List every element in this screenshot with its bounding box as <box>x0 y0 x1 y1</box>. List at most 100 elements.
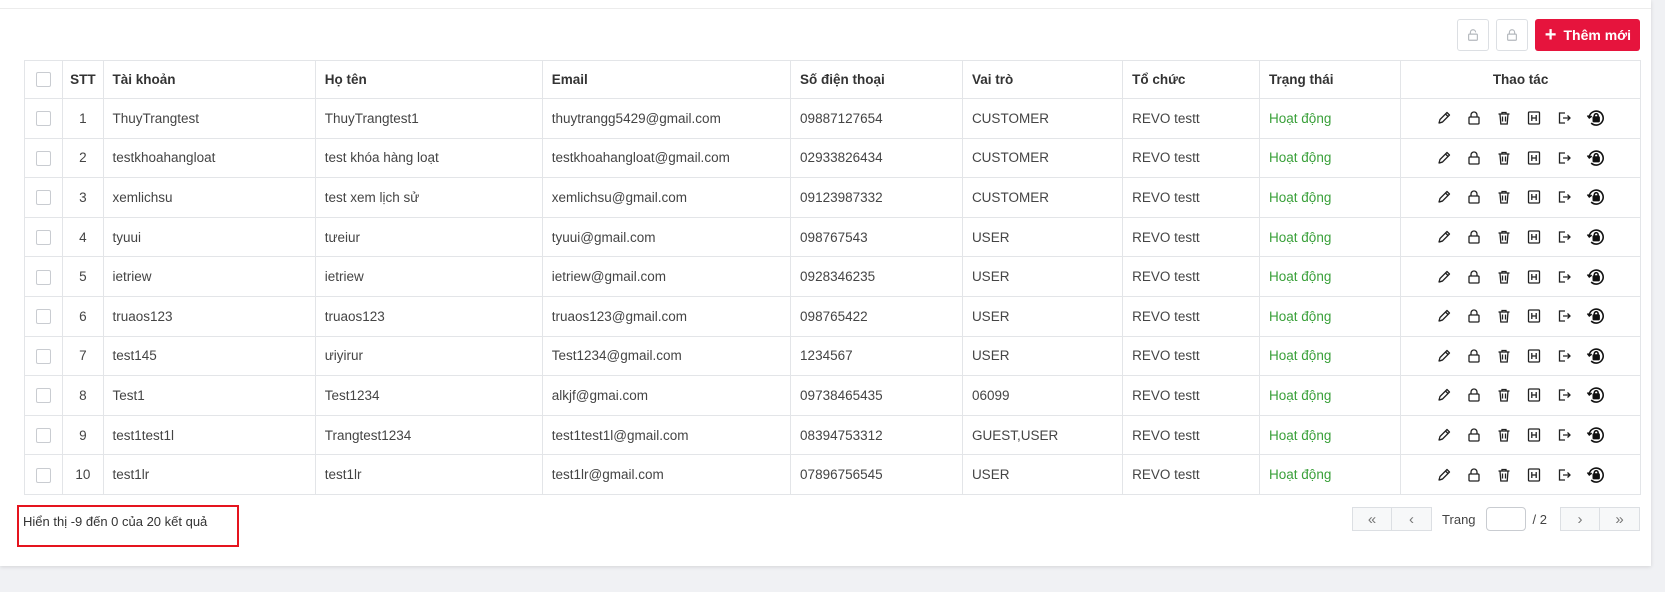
lock-reset-icon[interactable] <box>1586 346 1606 366</box>
row-checkbox[interactable] <box>36 467 52 483</box>
lock-reset-icon[interactable] <box>1586 385 1606 405</box>
cell-actions <box>1400 177 1641 218</box>
cell-status: Hoạt động <box>1259 335 1402 377</box>
lock-icon[interactable] <box>1466 427 1482 443</box>
cell-stt: 8 <box>62 375 104 416</box>
export-icon[interactable] <box>1556 150 1572 166</box>
lock-icon[interactable] <box>1466 387 1482 403</box>
trash-icon[interactable] <box>1496 229 1512 245</box>
trash-icon[interactable] <box>1496 348 1512 364</box>
cell-role: CUSTOMER <box>961 137 1124 179</box>
cell-email: xemlichsu@gmail.com <box>541 177 792 218</box>
lock-reset-icon[interactable] <box>1586 148 1606 168</box>
lock-icon[interactable] <box>1466 150 1482 166</box>
cell-org: REVO testt <box>1122 177 1261 218</box>
row-checkbox[interactable] <box>36 269 52 285</box>
cell-email: test1test1l@gmail.com <box>541 414 792 456</box>
unlock-bulk-button[interactable] <box>1456 19 1489 51</box>
row-select-cell <box>23 295 64 337</box>
cell-account: test145 <box>102 335 316 377</box>
pencil-icon[interactable] <box>1436 269 1452 285</box>
user-management-card: + Thêm mới STT Tài khoản Họ tên Email Số <box>0 0 1651 566</box>
pencil-icon[interactable] <box>1436 308 1452 324</box>
last-page-button[interactable]: » <box>1600 507 1640 531</box>
row-checkbox[interactable] <box>36 309 52 325</box>
cell-org: REVO testt <box>1122 256 1261 297</box>
lock-reset-icon[interactable] <box>1586 227 1606 247</box>
cell-phone: 1234567 <box>790 335 963 377</box>
lock-reset-icon[interactable] <box>1586 187 1606 207</box>
cell-fullname: test khóa hàng loạt <box>314 137 543 179</box>
h-box-icon[interactable] <box>1526 269 1542 285</box>
export-icon[interactable] <box>1556 387 1572 403</box>
lock-icon[interactable] <box>1466 269 1482 285</box>
h-box-icon[interactable] <box>1526 189 1542 205</box>
export-icon[interactable] <box>1556 427 1572 443</box>
trash-icon[interactable] <box>1496 308 1512 324</box>
pencil-icon[interactable] <box>1436 467 1452 483</box>
page-input[interactable] <box>1485 507 1526 531</box>
cell-role: CUSTOMER <box>961 177 1124 218</box>
lock-reset-icon[interactable] <box>1586 108 1606 128</box>
table-row: 5 ietriew ietriew ietriew@gmail.com 09283462… <box>23 256 1641 297</box>
cell-fullname: test xem lịch sử <box>314 177 543 218</box>
export-icon[interactable] <box>1556 189 1572 205</box>
export-icon[interactable] <box>1556 467 1572 483</box>
row-actions <box>1402 267 1640 287</box>
select-all-checkbox[interactable] <box>36 72 52 88</box>
trash-icon[interactable] <box>1496 427 1512 443</box>
pencil-icon[interactable] <box>1436 189 1452 205</box>
h-box-icon[interactable] <box>1526 308 1542 324</box>
lock-reset-icon[interactable] <box>1586 465 1606 485</box>
row-checkbox[interactable] <box>36 388 52 404</box>
export-icon[interactable] <box>1556 348 1572 364</box>
lock-icon[interactable] <box>1466 308 1482 324</box>
row-checkbox[interactable] <box>36 230 52 246</box>
row-checkbox[interactable] <box>36 190 52 206</box>
pencil-icon[interactable] <box>1436 150 1452 166</box>
lock-icon[interactable] <box>1466 467 1482 483</box>
pencil-icon[interactable] <box>1436 387 1452 403</box>
h-box-icon[interactable] <box>1526 229 1542 245</box>
lock-reset-icon[interactable] <box>1586 267 1606 287</box>
h-box-icon[interactable] <box>1526 387 1542 403</box>
lock-icon[interactable] <box>1466 189 1482 205</box>
trash-icon[interactable] <box>1496 387 1512 403</box>
trash-icon[interactable] <box>1496 150 1512 166</box>
export-icon[interactable] <box>1556 308 1572 324</box>
first-page-button[interactable]: « <box>1352 507 1393 531</box>
prev-page-button[interactable]: ‹ <box>1392 507 1433 531</box>
export-icon[interactable] <box>1556 110 1572 126</box>
lock-reset-icon[interactable] <box>1586 425 1606 445</box>
h-box-icon[interactable] <box>1526 150 1542 166</box>
trash-icon[interactable] <box>1496 189 1512 205</box>
export-icon[interactable] <box>1556 269 1572 285</box>
trash-icon[interactable] <box>1496 467 1512 483</box>
h-box-icon[interactable] <box>1526 427 1542 443</box>
row-actions <box>1402 108 1640 128</box>
h-box-icon[interactable] <box>1526 467 1542 483</box>
lock-icon[interactable] <box>1466 348 1482 364</box>
row-checkbox[interactable] <box>36 348 52 364</box>
next-page-button[interactable]: › <box>1560 507 1600 531</box>
h-box-icon[interactable] <box>1526 110 1542 126</box>
h-box-icon[interactable] <box>1526 348 1542 364</box>
row-checkbox[interactable] <box>36 150 52 166</box>
add-new-button[interactable]: + Thêm mới <box>1534 19 1640 51</box>
lock-icon[interactable] <box>1466 229 1482 245</box>
export-icon[interactable] <box>1556 229 1572 245</box>
row-checkbox[interactable] <box>36 111 52 127</box>
pencil-icon[interactable] <box>1436 110 1452 126</box>
trash-icon[interactable] <box>1496 110 1512 126</box>
lock-bulk-button[interactable] <box>1495 19 1528 51</box>
header-org: Tổ chức <box>1122 60 1261 99</box>
lock-icon[interactable] <box>1466 110 1482 126</box>
row-checkbox[interactable] <box>36 428 52 444</box>
pencil-icon[interactable] <box>1436 348 1452 364</box>
trash-icon[interactable] <box>1496 269 1512 285</box>
pencil-icon[interactable] <box>1436 427 1452 443</box>
table-row: 8 Test1 Test1234 alkjf@gmai.com 09738465435 0… <box>23 375 1641 416</box>
users-table: STT Tài khoản Họ tên Email Số điện thoại… <box>23 60 1641 495</box>
pencil-icon[interactable] <box>1436 229 1452 245</box>
lock-reset-icon[interactable] <box>1586 306 1606 326</box>
